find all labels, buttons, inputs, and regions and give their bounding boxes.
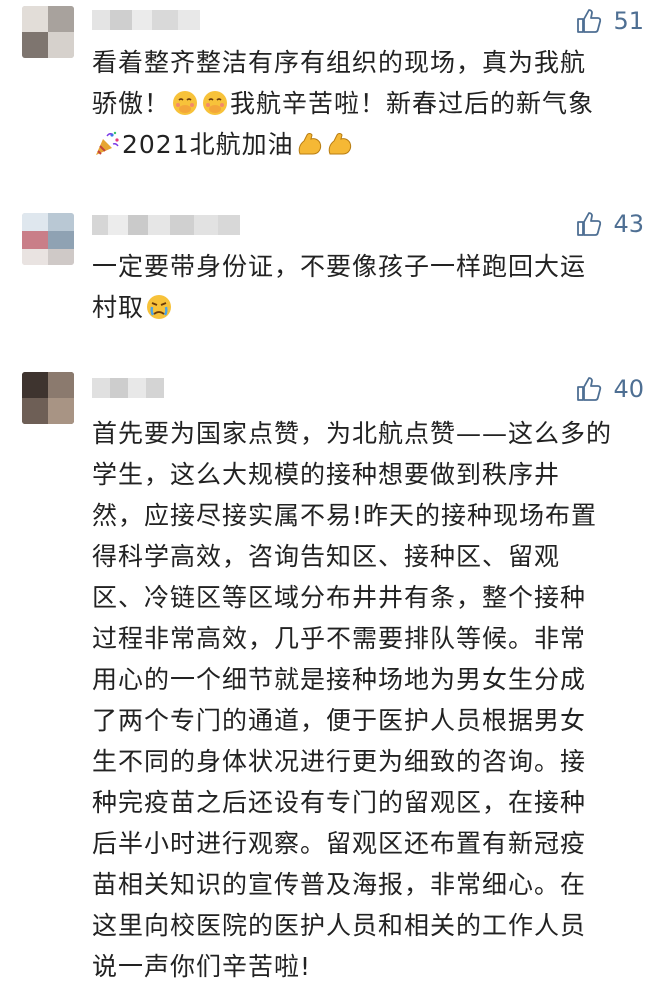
crying-face-emoji	[145, 293, 173, 321]
comment-text-segment: 2021北航加油	[122, 130, 294, 159]
comment-line: 苗相关知识的宣传普及海报，非常细心。在	[92, 870, 587, 899]
comment-line: 一定要带身份证，不要像孩子一样跑回大运	[92, 252, 587, 281]
like-count: 40	[613, 375, 644, 403]
comment-line: 看着整齐整洁有序有组织的现场，真为我航	[92, 48, 587, 77]
comment-line: 用心的一个细节就是接种场地为男女生分成	[92, 665, 587, 694]
flexed-biceps-emoji	[295, 130, 323, 158]
comment-line: 首先要为国家点赞，为北航点赞——这么多的	[92, 419, 613, 448]
thumbs-up-icon	[575, 210, 603, 238]
username-blurred[interactable]	[92, 215, 242, 235]
comment-line: 2021北航加油	[92, 124, 644, 165]
like-count: 43	[613, 210, 644, 238]
comment-text: 一定要带身份证，不要像孩子一样跑回大运 村取	[92, 246, 644, 328]
avatar[interactable]	[22, 372, 74, 424]
comment-line: 种完疫苗之后还设有专门的留观区，在接种	[92, 788, 587, 817]
thumbs-up-icon	[575, 375, 603, 403]
comment-item: 43 一定要带身份证，不要像孩子一样跑回大运 村取	[0, 200, 662, 360]
username-blurred[interactable]	[92, 378, 164, 398]
comment-line: 了两个专门的通道，便于医护人员根据男女	[92, 706, 587, 735]
covering-mouth-face-emoji	[201, 89, 229, 117]
comment-text: 首先要为国家点赞，为北航点赞——这么多的 学生，这么大规模的接种想要做到秩序井 …	[92, 413, 644, 987]
comment-line: 这里向校医院的医护人员和相关的工作人员	[92, 911, 587, 940]
avatar[interactable]	[22, 213, 74, 265]
comment-text: 看着整齐整洁有序有组织的现场，真为我航 骄傲！ 我航辛苦啦！新春过后的新气象 20…	[92, 42, 644, 165]
comment-line: 村取	[92, 287, 644, 328]
covering-mouth-face-emoji	[171, 89, 199, 117]
party-popper-emoji	[93, 130, 121, 158]
thumbs-up-icon	[575, 7, 603, 35]
comment-line: 学生，这么大规模的接种想要做到秩序井	[92, 460, 561, 489]
like-button[interactable]: 43	[575, 209, 644, 239]
avatar[interactable]	[22, 6, 74, 58]
comment-line: 过程非常高效，几乎不需要排队等候。非常	[92, 624, 587, 653]
comment-line: 然，应接尽接实属不易!昨天的接种现场布置	[92, 501, 598, 530]
comment-text-segment: 村取	[92, 293, 145, 322]
comment-text-segment: 骄傲！	[92, 89, 171, 118]
username-blurred[interactable]	[92, 10, 202, 30]
comment-item: 51 看着整齐整洁有序有组织的现场，真为我航 骄傲！ 我航辛苦啦！新春过后的新气象…	[0, 0, 662, 200]
like-button[interactable]: 51	[575, 6, 644, 36]
comment-text-segment: 我航辛苦啦！新春过后的新气象	[230, 89, 595, 118]
comment-line: 区、冷链区等区域分布井井有条，整个接种	[92, 583, 587, 612]
comment-line: 说一声你们辛苦啦!	[92, 952, 312, 981]
like-count: 51	[613, 7, 644, 35]
comment-line: 生不同的身体状况进行更为细致的咨询。接	[92, 747, 587, 776]
flexed-biceps-emoji	[325, 130, 353, 158]
like-button[interactable]: 40	[575, 374, 644, 404]
comment-item: 40 首先要为国家点赞，为北航点赞——这么多的 学生，这么大规模的接种想要做到秩…	[0, 360, 662, 981]
comment-line: 骄傲！ 我航辛苦啦！新春过后的新气象	[92, 83, 644, 124]
comment-line: 得科学高效，咨询告知区、接种区、留观	[92, 542, 561, 571]
comment-line: 后半小时进行观察。留观区还布置有新冠疫	[92, 829, 587, 858]
